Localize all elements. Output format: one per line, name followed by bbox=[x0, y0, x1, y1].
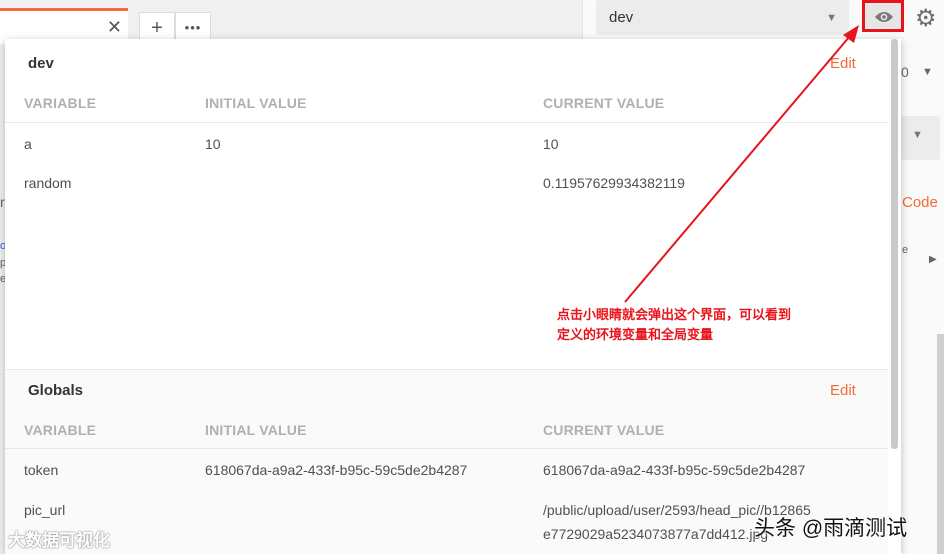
watermark: 大数据可视化 bbox=[8, 531, 110, 550]
annotation-arrow bbox=[624, 25, 859, 303]
watermark: 头条 @雨滴测试 bbox=[754, 517, 908, 540]
annotation-note: 点击小眼睛就会弹出这个界面，可以看到 定义的环境变量和全局变量 bbox=[557, 305, 791, 345]
annotation-line: 定义的环境变量和全局变量 bbox=[557, 327, 714, 342]
annotation-line: 点击小眼睛就会弹出这个界面，可以看到 bbox=[557, 307, 792, 322]
